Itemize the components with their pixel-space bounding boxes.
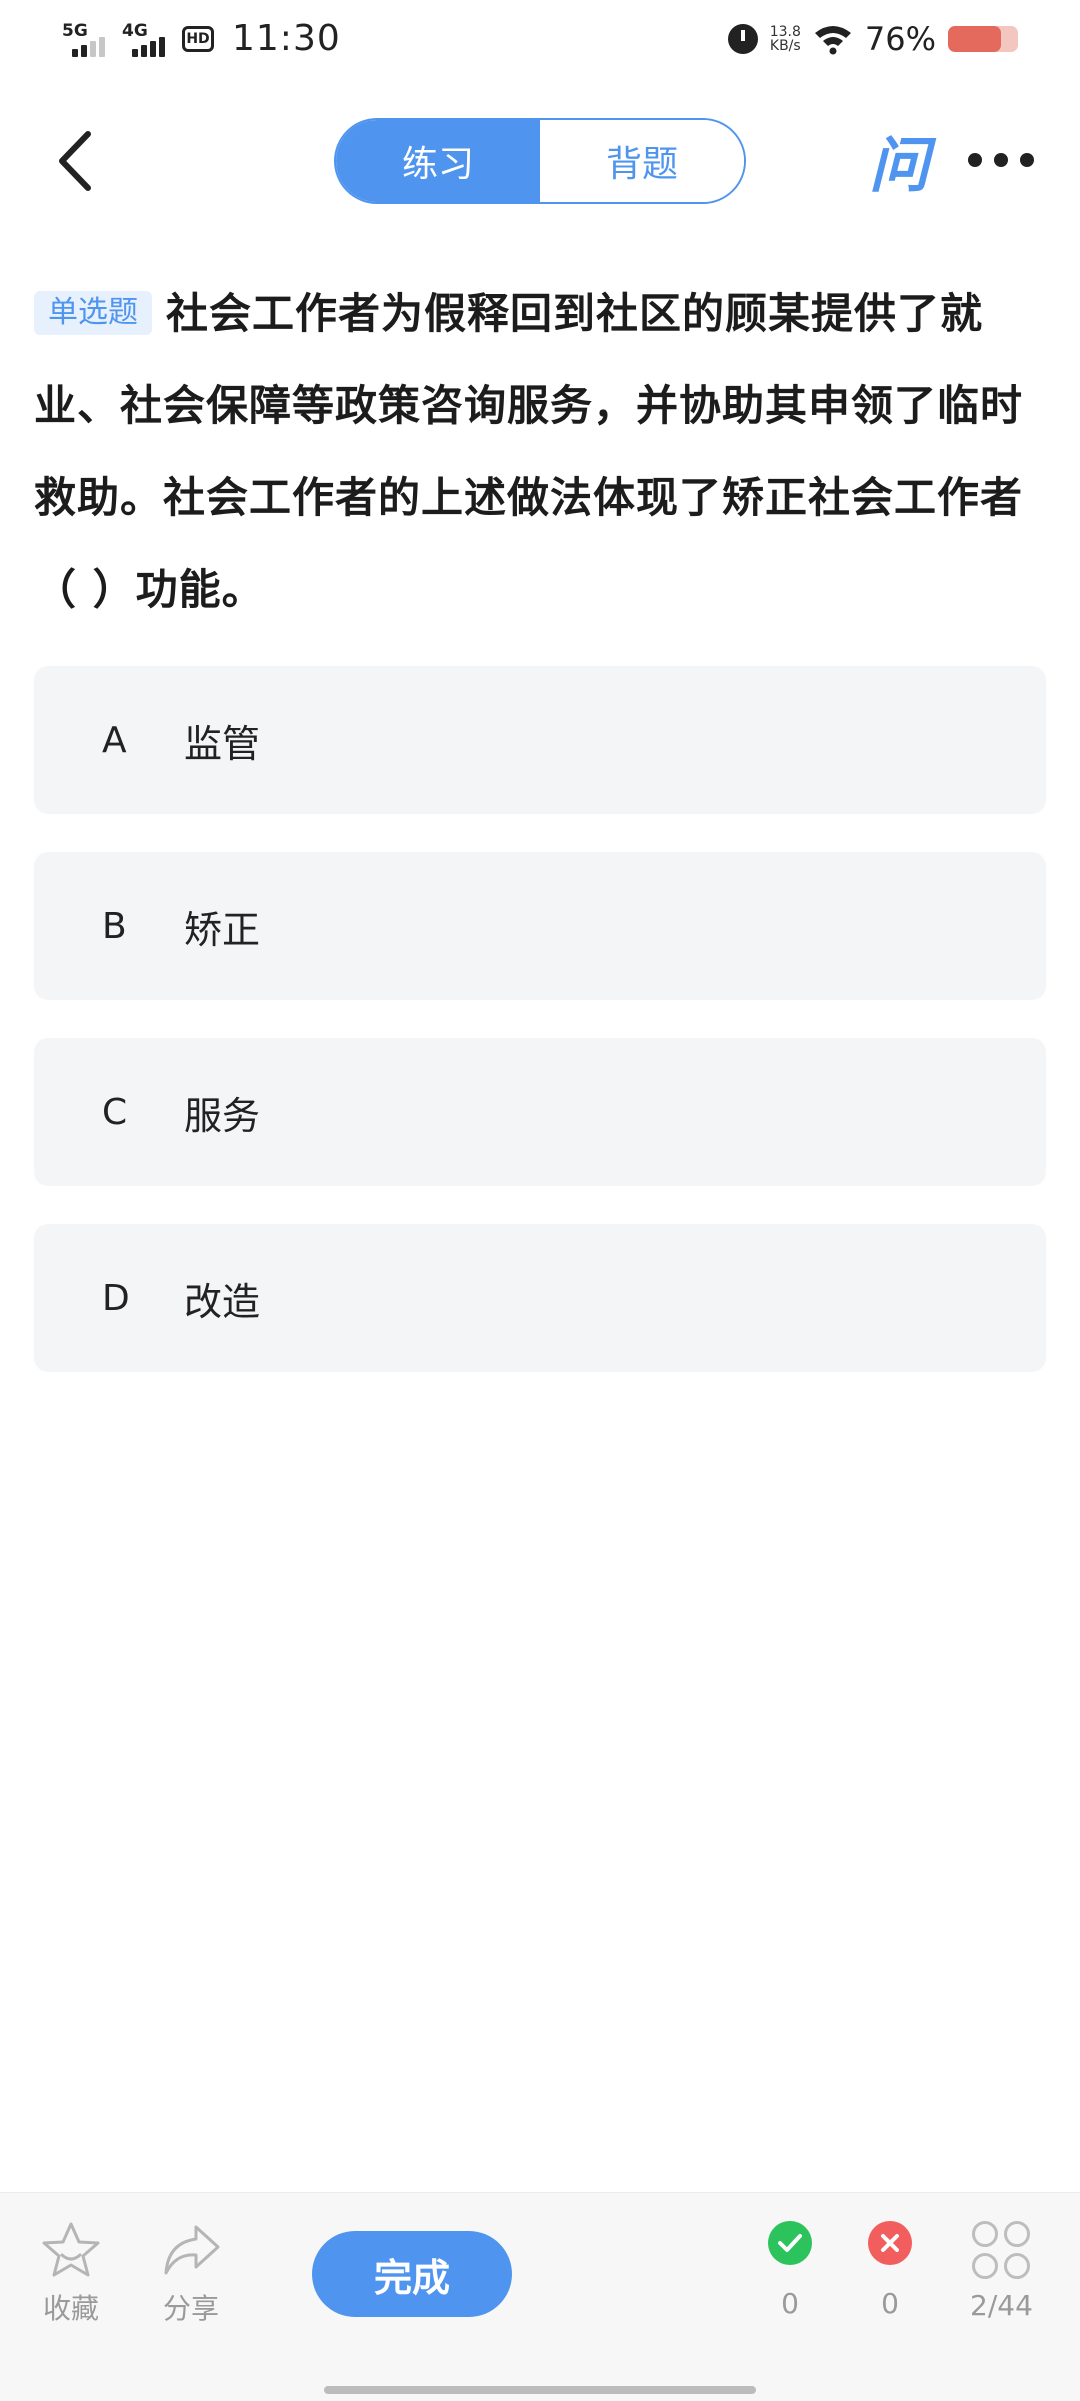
option-letter: A [102, 719, 127, 761]
ask-button[interactable]: 问 [866, 124, 932, 201]
battery-level-fill [948, 26, 1002, 52]
share-button[interactable]: 分享 [160, 2221, 222, 2327]
more-dot [968, 153, 982, 167]
wrong-count-value: 0 [881, 2287, 899, 2320]
done-button[interactable]: 完成 [312, 2231, 512, 2317]
option-text: 监管 [184, 721, 261, 766]
more-dot [994, 153, 1008, 167]
cellular-signal-icon: 4G [122, 19, 168, 59]
star-icon [42, 2222, 100, 2277]
option-text: 矫正 [184, 907, 261, 952]
bottom-toolbar: 收藏 分享 完成 0 0 2/44 [0, 2192, 1080, 2401]
clock: 11:30 [232, 18, 341, 59]
correct-count-value: 0 [781, 2287, 799, 2320]
share-icon [164, 2225, 220, 2275]
ask-icon: 问 [869, 130, 929, 201]
network-speed-unit: KB/s [769, 38, 801, 54]
top-nav: 练习 背题 问 [0, 110, 1080, 210]
more-dot [1020, 153, 1034, 167]
tab-memorize[interactable]: 背题 [540, 120, 744, 202]
option-a[interactable]: A 监管 [34, 666, 1046, 814]
check-circle-icon [768, 2221, 812, 2265]
hd-voice-icon: HD [182, 25, 214, 52]
share-label: 分享 [162, 2292, 219, 2325]
favorite-button[interactable]: 收藏 [40, 2221, 102, 2327]
option-b[interactable]: B 矫正 [34, 852, 1046, 1000]
question-type-badge: 单选题 [34, 291, 152, 335]
question-text: 社会工作者为假释回到社区的顾某提供了就业、社会保障等政策咨询服务，并协助其申领了… [34, 289, 1024, 614]
battery-percent: 76% [864, 20, 936, 58]
status-bar: 5G 4G HD 11:30 13.8 KB/s 76% [0, 0, 1080, 84]
progress-label: 2/44 [970, 2289, 1033, 2322]
network-speed: 13.8 KB/s [770, 25, 801, 53]
answer-options: A 监管 B 矫正 C 服务 D 改造 [34, 666, 1046, 1410]
question-stem: 单选题 社会工作者为假释回到社区的顾某提供了就业、社会保障等政策咨询服务，并协助其… [34, 268, 1034, 636]
mode-switcher: 练习 背题 [334, 118, 746, 204]
more-options-button[interactable] [968, 140, 1034, 180]
question-sheet-button[interactable]: 2/44 [970, 2221, 1033, 2322]
option-letter: D [102, 1277, 130, 1319]
wrong-count: 0 [868, 2221, 912, 2320]
back-button[interactable] [44, 128, 104, 194]
cellular-signal-icon: 5G [62, 19, 108, 59]
correct-count: 0 [768, 2221, 812, 2320]
grid-icon [972, 2221, 1031, 2279]
network-speed-value: 13.8 [769, 24, 801, 40]
option-d[interactable]: D 改造 [34, 1224, 1046, 1372]
option-c[interactable]: C 服务 [34, 1038, 1046, 1186]
chevron-left-icon [59, 131, 91, 191]
option-text: 服务 [184, 1093, 261, 1138]
tab-practice[interactable]: 练习 [336, 120, 540, 202]
option-letter: C [102, 1091, 128, 1133]
x-circle-icon [868, 2221, 912, 2265]
wifi-icon [814, 26, 851, 55]
favorite-label: 收藏 [42, 2292, 99, 2325]
home-indicator[interactable] [324, 2386, 756, 2394]
option-letter: B [102, 905, 127, 947]
battery-icon [948, 26, 1018, 52]
option-text: 改造 [184, 1279, 261, 1324]
alarm-icon [727, 24, 758, 54]
